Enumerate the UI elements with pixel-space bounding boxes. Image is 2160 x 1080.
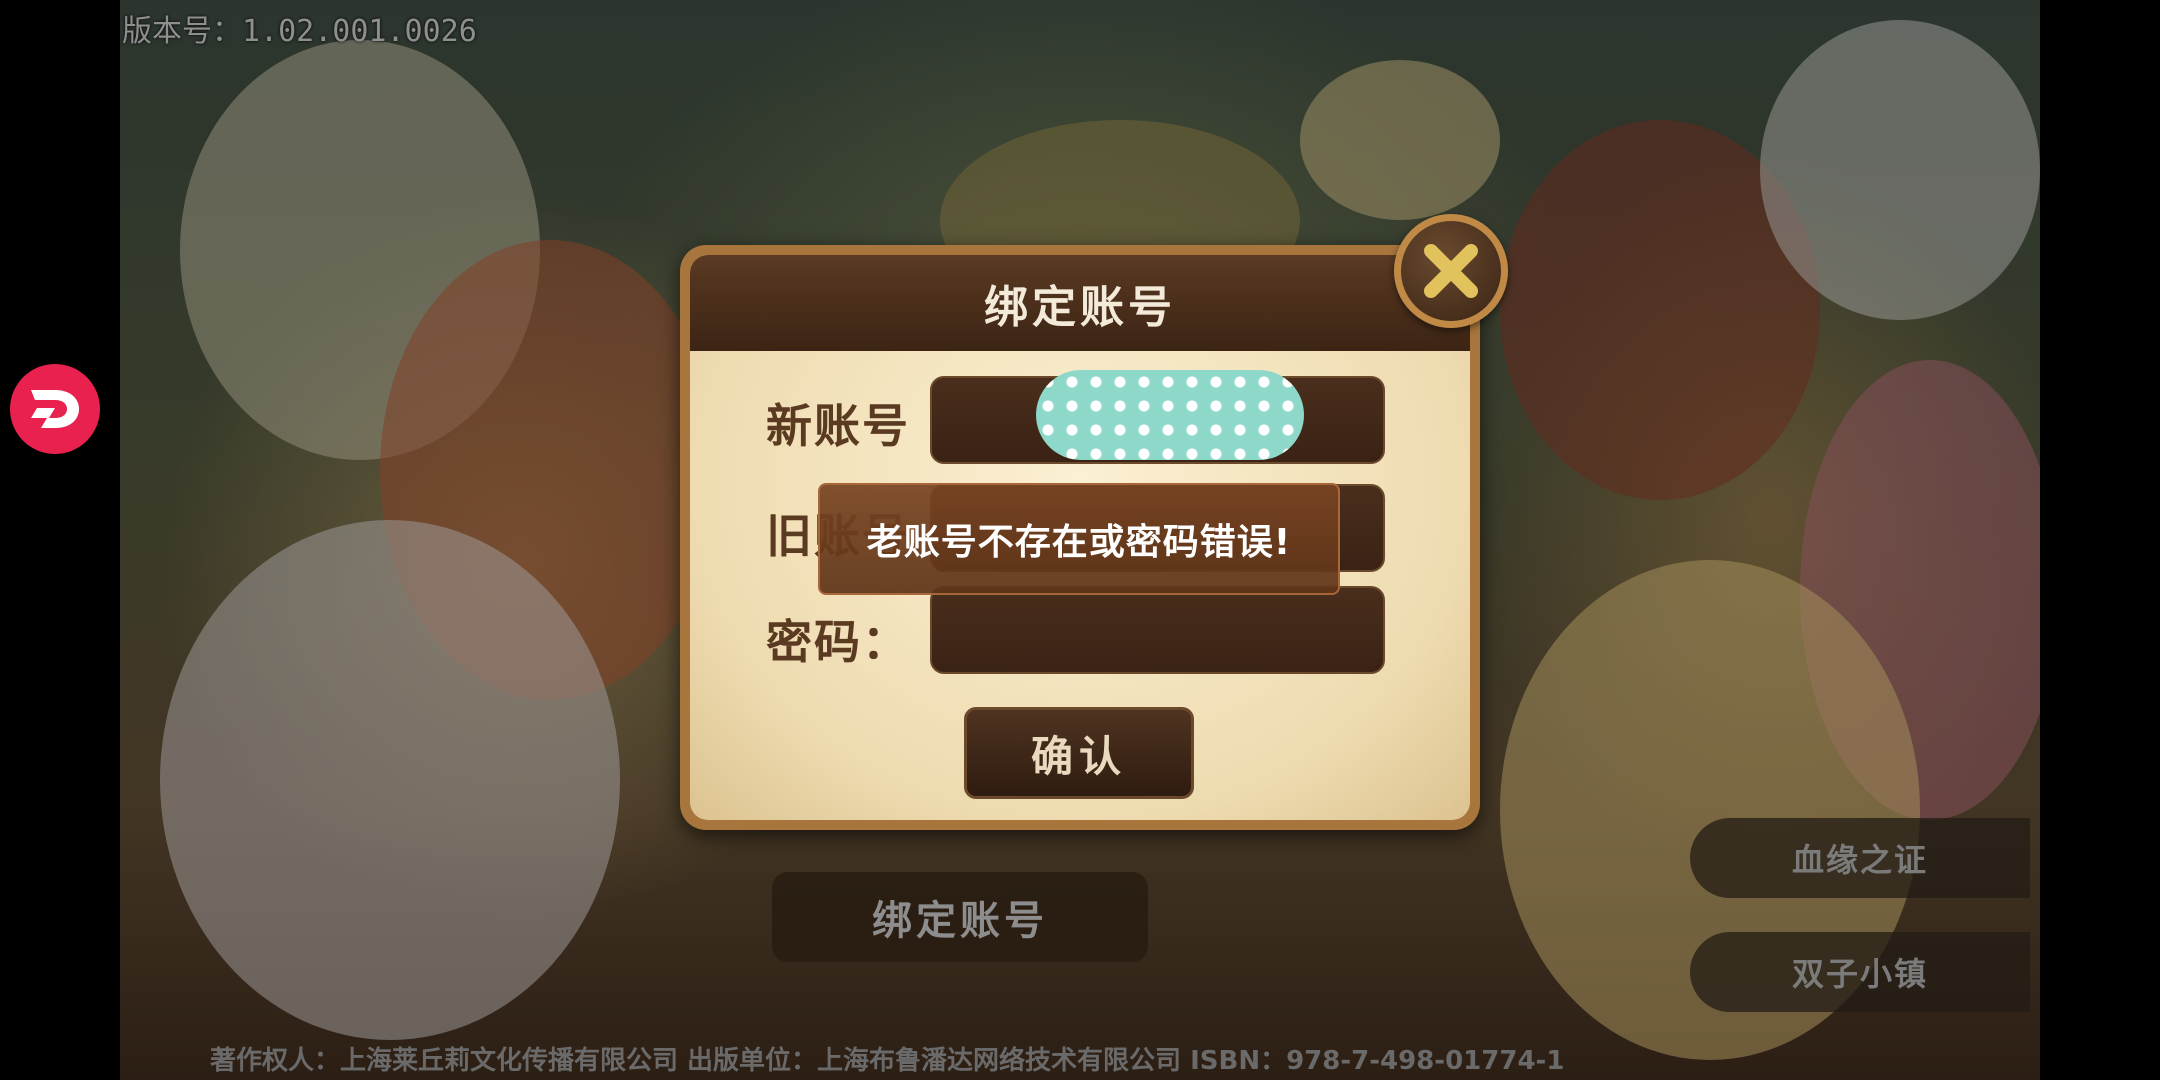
close-button[interactable] <box>1394 214 1508 328</box>
game-screen: 版本号：1.02.001.0026 绑定账号 血缘之证 双子小镇 著作权人：上海… <box>0 0 2160 1080</box>
version-label: 版本号：1.02.001.0026 <box>122 14 477 49</box>
password-label: 密码： <box>766 615 910 669</box>
confirm-button[interactable]: 确认 <box>964 707 1194 799</box>
error-toast: 老账号不存在或密码错误! <box>818 483 1340 595</box>
close-x-icon <box>1424 244 1478 298</box>
floating-assistant-button[interactable] <box>10 364 100 454</box>
side-button-bloodline[interactable]: 血缘之证 <box>1690 818 2030 898</box>
copyright-footer: 著作权人：上海莱丘莉文化传播有限公司 出版单位：上海布鲁潘达网络技术有限公司 I… <box>210 1046 1565 1076</box>
background-bind-account-button[interactable]: 绑定账号 <box>772 872 1148 962</box>
error-toast-message: 老账号不存在或密码错误! <box>866 522 1292 563</box>
new-account-label: 新账号 <box>766 399 910 453</box>
dialog-header: 绑定账号 <box>690 255 1470 351</box>
assistant-d-logo-icon <box>31 390 79 428</box>
side-button-twin-town[interactable]: 双子小镇 <box>1690 932 2030 1012</box>
dialog-title: 绑定账号 <box>984 282 1176 333</box>
password-input[interactable] <box>930 586 1385 674</box>
redacted-input-value <box>1036 370 1304 460</box>
